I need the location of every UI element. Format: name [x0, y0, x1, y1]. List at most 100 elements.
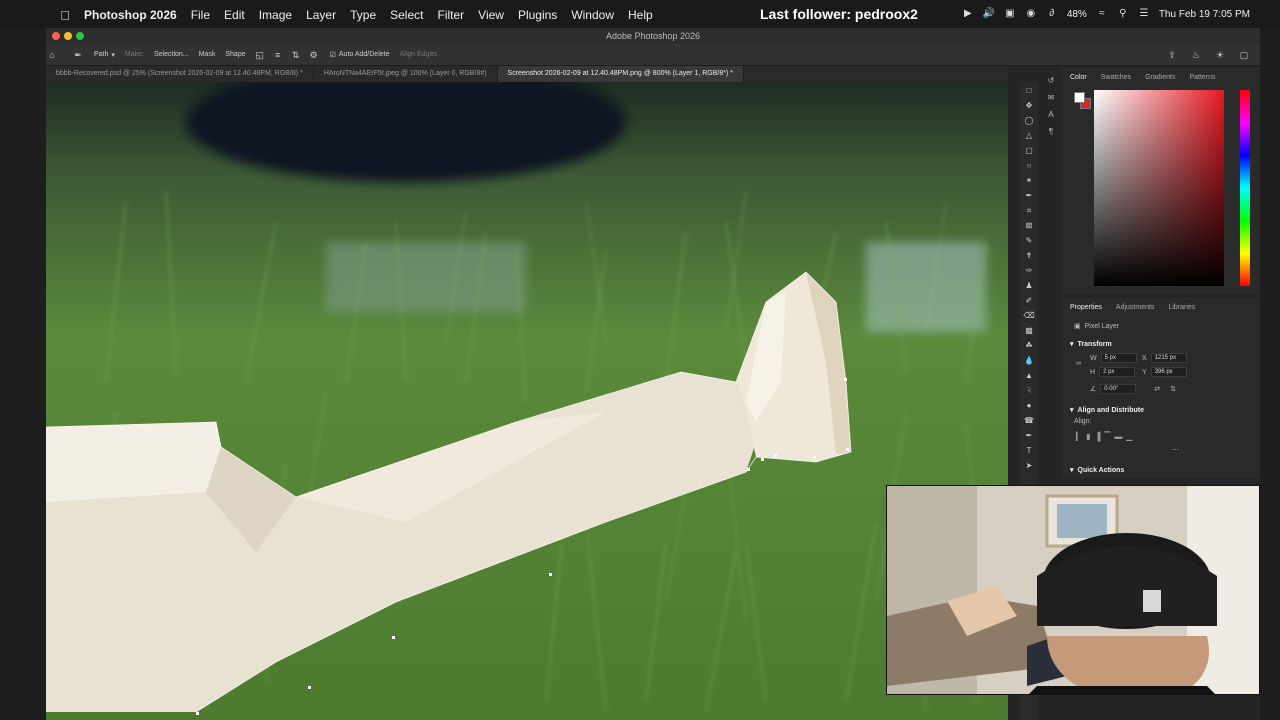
path-arrangement-icon[interactable]: ⇅ [290, 49, 302, 61]
polygonal-lasso-icon[interactable]: △ [1023, 131, 1035, 141]
menu-view[interactable]: View [478, 8, 504, 22]
chevron-down-icon[interactable]: ▾ [1070, 340, 1074, 348]
history-brush-icon[interactable]: ✐ [1023, 296, 1035, 306]
lightbulb-icon[interactable]: ☀ [1214, 49, 1226, 61]
app-menu[interactable]: Photoshop 2026 [84, 8, 177, 22]
tab-gradients[interactable]: Gradients [1145, 74, 1175, 81]
path-operations-icon[interactable]: ◱ [254, 49, 266, 61]
paragraph-panel-icon[interactable]: ¶ [1045, 127, 1057, 137]
search-icon[interactable]: ⚲ [1117, 8, 1129, 20]
tab-color[interactable]: Color [1070, 74, 1087, 81]
tab-properties[interactable]: Properties [1070, 304, 1102, 311]
wifi-icon[interactable]: ≈ [1096, 8, 1108, 20]
sharpen-tool-icon[interactable]: ▲ [1023, 371, 1035, 381]
mask-button[interactable]: Mask [199, 51, 216, 58]
more-options-icon[interactable]: ⋯ [1172, 446, 1179, 454]
comments-panel-icon[interactable]: ✉ [1045, 93, 1057, 103]
tab-swatches[interactable]: Swatches [1101, 74, 1131, 81]
display-icon[interactable]: ▣ [1004, 8, 1016, 20]
ellipse-select-icon[interactable]: ○ [1023, 161, 1035, 171]
history-panel-icon[interactable]: ↺ [1045, 76, 1057, 86]
menu-select[interactable]: Select [390, 8, 423, 22]
gear-icon[interactable]: ⚙ [308, 49, 320, 61]
eyedropper-icon[interactable]: ✎ [1023, 236, 1035, 246]
healing-brush-icon[interactable]: ✝ [1023, 251, 1035, 261]
tab-patterns[interactable]: Patterns [1189, 74, 1215, 81]
brush-tool-icon[interactable]: ✑ [1023, 266, 1035, 276]
flip-horizontal-icon[interactable]: ⇄ [1154, 385, 1160, 393]
zoom-window-button[interactable] [76, 32, 84, 40]
brush-select-icon[interactable]: ✒ [1023, 191, 1035, 201]
align-bottom-edges-icon[interactable]: ▁ [1126, 432, 1132, 441]
blur-tool-icon[interactable]: 💧 [1023, 356, 1035, 366]
minimize-window-button[interactable] [64, 32, 72, 40]
dodge-tool-icon[interactable]: ● [1023, 401, 1035, 411]
width-field[interactable]: 5 px [1100, 353, 1137, 363]
tool-mode-select[interactable]: Path ▾ [94, 51, 115, 59]
frame-tool-icon[interactable]: ⊠ [1023, 221, 1035, 231]
align-vertical-centers-icon[interactable]: ▬ [1114, 432, 1122, 441]
angle-field[interactable]: 0.00° [1100, 384, 1137, 394]
volume-icon[interactable]: 🔊 [983, 8, 995, 20]
crop-tool-icon[interactable]: ⌗ [1023, 206, 1035, 216]
tab-adjustments[interactable]: Adjustments [1116, 304, 1155, 311]
chevron-down-icon[interactable]: ▾ [1070, 466, 1074, 474]
tab-screenshot-active[interactable]: Screenshot 2026-02-09 at 12.40.48PM.png … [497, 66, 744, 82]
apple-icon[interactable]:  [56, 8, 74, 23]
menu-help[interactable]: Help [628, 8, 653, 22]
bluetooth-icon[interactable]: ∂ [1046, 8, 1058, 20]
path-alignment-icon[interactable]: ≡ [272, 49, 284, 61]
lasso-tool-icon[interactable]: ◯ [1023, 116, 1035, 126]
paint-bucket-icon[interactable]: ☘ [1023, 341, 1035, 351]
workspace-icon[interactable]: ▢ [1238, 49, 1250, 61]
move-tool-icon[interactable]: ✥ [1023, 101, 1035, 111]
align-horizontal-centers-icon[interactable]: ▮ [1086, 432, 1090, 441]
close-window-button[interactable] [52, 32, 60, 40]
foreground-color-swatch[interactable] [1074, 92, 1085, 103]
document-canvas[interactable] [46, 82, 1008, 720]
character-panel-icon[interactable]: A [1045, 110, 1057, 120]
bell-icon[interactable]: ♨ [1190, 49, 1202, 61]
x-position-field[interactable]: 1215 px [1150, 353, 1187, 363]
menu-window[interactable]: Window [571, 8, 614, 22]
clock[interactable]: Thu Feb 19 7:05 PM [1159, 9, 1250, 20]
quick-select-icon[interactable]: ✶ [1023, 176, 1035, 186]
share-icon[interactable]: ⇧ [1166, 49, 1178, 61]
menu-layer[interactable]: Layer [306, 8, 336, 22]
tab-bbbb-recovered[interactable]: bbbb-Recovered.psd @ 25% (Screenshot 202… [46, 66, 314, 82]
tab-haro-jpeg[interactable]: HAroNTNa4AErF5t.jpeg @ 100% (Layer 0, RG… [314, 66, 498, 82]
menu-plugins[interactable]: Plugins [518, 8, 557, 22]
align-left-edges-icon[interactable]: ▎ [1076, 432, 1082, 441]
hue-slider[interactable] [1240, 90, 1250, 286]
smudge-tool-icon[interactable]: ☟ [1023, 386, 1035, 396]
chevron-down-icon[interactable]: ▾ [1070, 406, 1074, 414]
control-center-icon[interactable]: ☰ [1138, 8, 1150, 20]
clone-stamp-icon[interactable]: ♟ [1023, 281, 1035, 291]
y-position-field[interactable]: 396 px [1150, 367, 1187, 377]
foreground-background-swatch[interactable] [1074, 92, 1091, 109]
color-picker-field[interactable] [1094, 90, 1224, 286]
menu-type[interactable]: Type [350, 8, 376, 22]
shape-button[interactable]: Shape [225, 51, 245, 58]
align-edges-checkbox[interactable]: Align Edges [399, 51, 436, 58]
type-tool-icon[interactable]: T [1023, 446, 1035, 456]
play-icon[interactable]: ▶ [962, 8, 974, 20]
height-field[interactable]: 2 px [1099, 367, 1136, 377]
home-icon[interactable]: ⌂ [46, 49, 58, 61]
path-select-icon[interactable]: ➤ [1023, 461, 1035, 471]
gradient-tool-icon[interactable]: ▩ [1023, 326, 1035, 336]
menu-file[interactable]: File [191, 8, 210, 22]
pen-tool-icon[interactable]: ✒ [72, 49, 84, 61]
menu-image[interactable]: Image [259, 8, 292, 22]
pen-tool-icon[interactable]: ✒ [1023, 431, 1035, 441]
align-right-edges-icon[interactable]: ▐ [1095, 432, 1101, 441]
eraser-icon[interactable]: ⌫ [1023, 311, 1035, 321]
link-proportions-icon[interactable]: ∞ [1076, 360, 1081, 367]
menu-filter[interactable]: Filter [437, 8, 464, 22]
burn-tool-icon[interactable]: ☎ [1023, 416, 1035, 426]
record-icon[interactable]: ◉ [1025, 8, 1037, 20]
object-select-icon[interactable]: ▢ [1023, 146, 1035, 156]
auto-add-delete-checkbox[interactable]: ☑ Auto Add/Delete [330, 51, 390, 59]
menu-edit[interactable]: Edit [224, 8, 245, 22]
align-top-edges-icon[interactable]: ▔ [1104, 432, 1110, 441]
